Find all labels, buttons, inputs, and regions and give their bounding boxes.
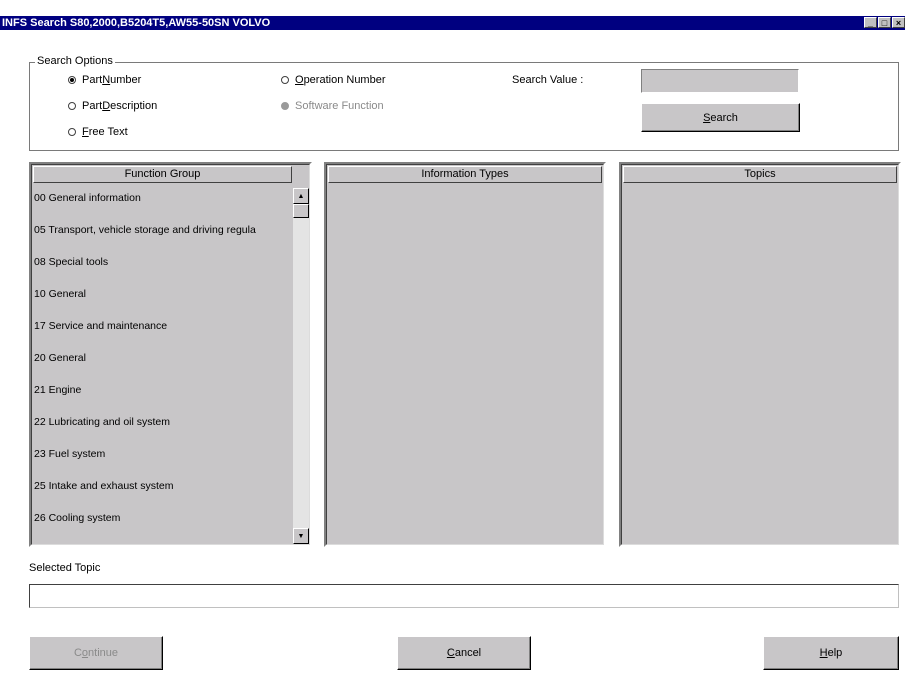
- information-types-header[interactable]: Information Types: [328, 166, 602, 183]
- radio-software-function: Software Function: [281, 100, 384, 112]
- topics-header[interactable]: Topics: [623, 166, 897, 183]
- cancel-button[interactable]: Cancel: [397, 636, 531, 670]
- topics-panel: Topics: [619, 162, 901, 547]
- search-options-label: Search Options: [35, 55, 115, 67]
- list-item[interactable]: 22 Lubricating and oil system: [33, 412, 292, 444]
- radio-icon: [68, 128, 76, 136]
- selected-topic-label: Selected Topic: [29, 562, 101, 574]
- list-item[interactable]: 20 General: [33, 348, 292, 380]
- list-item[interactable]: 08 Special tools: [33, 252, 292, 284]
- list-item[interactable]: 00 General information: [33, 188, 292, 220]
- function-group-header[interactable]: Function Group: [33, 166, 292, 183]
- list-item[interactable]: 05 Transport, vehicle storage and drivin…: [33, 220, 292, 252]
- radio-icon: [68, 102, 76, 110]
- radio-operation-number[interactable]: Operation Number: [281, 74, 386, 86]
- function-group-list[interactable]: 00 General information 05 Transport, veh…: [33, 188, 292, 543]
- search-value-input[interactable]: [641, 69, 799, 93]
- scroll-down-arrow-icon[interactable]: ▼: [293, 528, 309, 544]
- radio-icon: [281, 76, 289, 84]
- information-types-list[interactable]: [328, 188, 602, 543]
- radio-free-text[interactable]: Free Text: [68, 126, 128, 138]
- function-group-panel: Function Group 00 General information 05…: [29, 162, 312, 547]
- function-group-scrollbar[interactable]: ▲ ▼: [293, 188, 309, 544]
- scroll-up-arrow-icon[interactable]: ▲: [293, 188, 309, 204]
- radio-disabled-icon: [281, 102, 289, 110]
- continue-button: Co ntinue: [29, 636, 163, 670]
- list-item[interactable]: 23 Fuel system: [33, 444, 292, 476]
- window-title: INFS Search S80,2000,B5204T5,AW55-50SN V…: [2, 17, 271, 29]
- search-value-label: Search Value :: [512, 74, 584, 86]
- title-bar: INFS Search S80,2000,B5204T5,AW55-50SN V…: [0, 16, 905, 30]
- scroll-thumb[interactable]: [293, 204, 309, 218]
- close-button[interactable]: ×: [892, 17, 905, 28]
- search-button[interactable]: Search: [641, 103, 800, 132]
- minimize-button[interactable]: _: [864, 17, 877, 28]
- help-button[interactable]: Help: [763, 636, 899, 670]
- topics-list[interactable]: [623, 188, 897, 543]
- radio-part-number[interactable]: Part Number: [68, 74, 141, 86]
- list-item[interactable]: 17 Service and maintenance: [33, 316, 292, 348]
- selected-topic-field[interactable]: [29, 584, 899, 608]
- list-item[interactable]: 10 General: [33, 284, 292, 316]
- list-item[interactable]: 25 Intake and exhaust system: [33, 476, 292, 508]
- maximize-button[interactable]: □: [878, 17, 891, 28]
- list-item[interactable]: 21 Engine: [33, 380, 292, 412]
- radio-part-description[interactable]: Part Description: [68, 100, 157, 112]
- list-item[interactable]: 26 Cooling system: [33, 508, 292, 540]
- window-controls: _ □ ×: [864, 17, 905, 29]
- information-types-panel: Information Types: [324, 162, 606, 547]
- radio-selected-icon: [68, 76, 76, 84]
